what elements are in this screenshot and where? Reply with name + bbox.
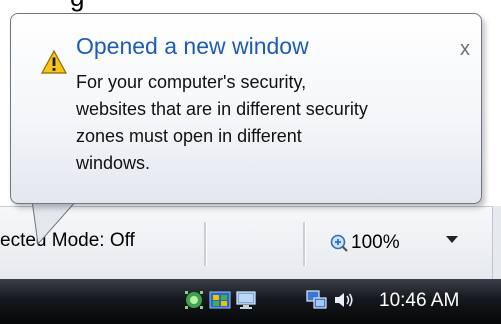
notification-title: Opened a new window <box>76 33 309 59</box>
network-connection-icon[interactable] <box>306 289 328 311</box>
warning-icon <box>41 50 67 74</box>
zoom-icon <box>330 234 348 252</box>
balloon-tail <box>31 199 79 246</box>
notification-message: For your computer's security, websites t… <box>76 69 466 177</box>
zoom-level: 100% <box>351 232 400 253</box>
close-button[interactable]: x <box>454 38 476 60</box>
status-divider <box>303 222 306 266</box>
network-status-icon[interactable] <box>209 289 231 311</box>
taskbar-clock[interactable]: 10:46 AM <box>379 290 459 312</box>
status-divider <box>204 222 207 266</box>
zoom-button[interactable]: 100% <box>330 228 400 258</box>
window-text-fragment: g <box>70 0 84 13</box>
scrollbar-edge <box>492 206 501 280</box>
notification-line: websites that are in different security <box>76 99 368 119</box>
network-activity-icon[interactable] <box>183 289 205 311</box>
dropdown-arrow-icon[interactable] <box>446 236 458 243</box>
notification-line: For your computer's security, <box>76 72 307 92</box>
volume-icon[interactable] <box>333 289 355 311</box>
notification-line: windows. <box>76 153 151 173</box>
display-icon[interactable] <box>235 289 257 311</box>
notification-line: zones must open in different <box>76 126 302 146</box>
